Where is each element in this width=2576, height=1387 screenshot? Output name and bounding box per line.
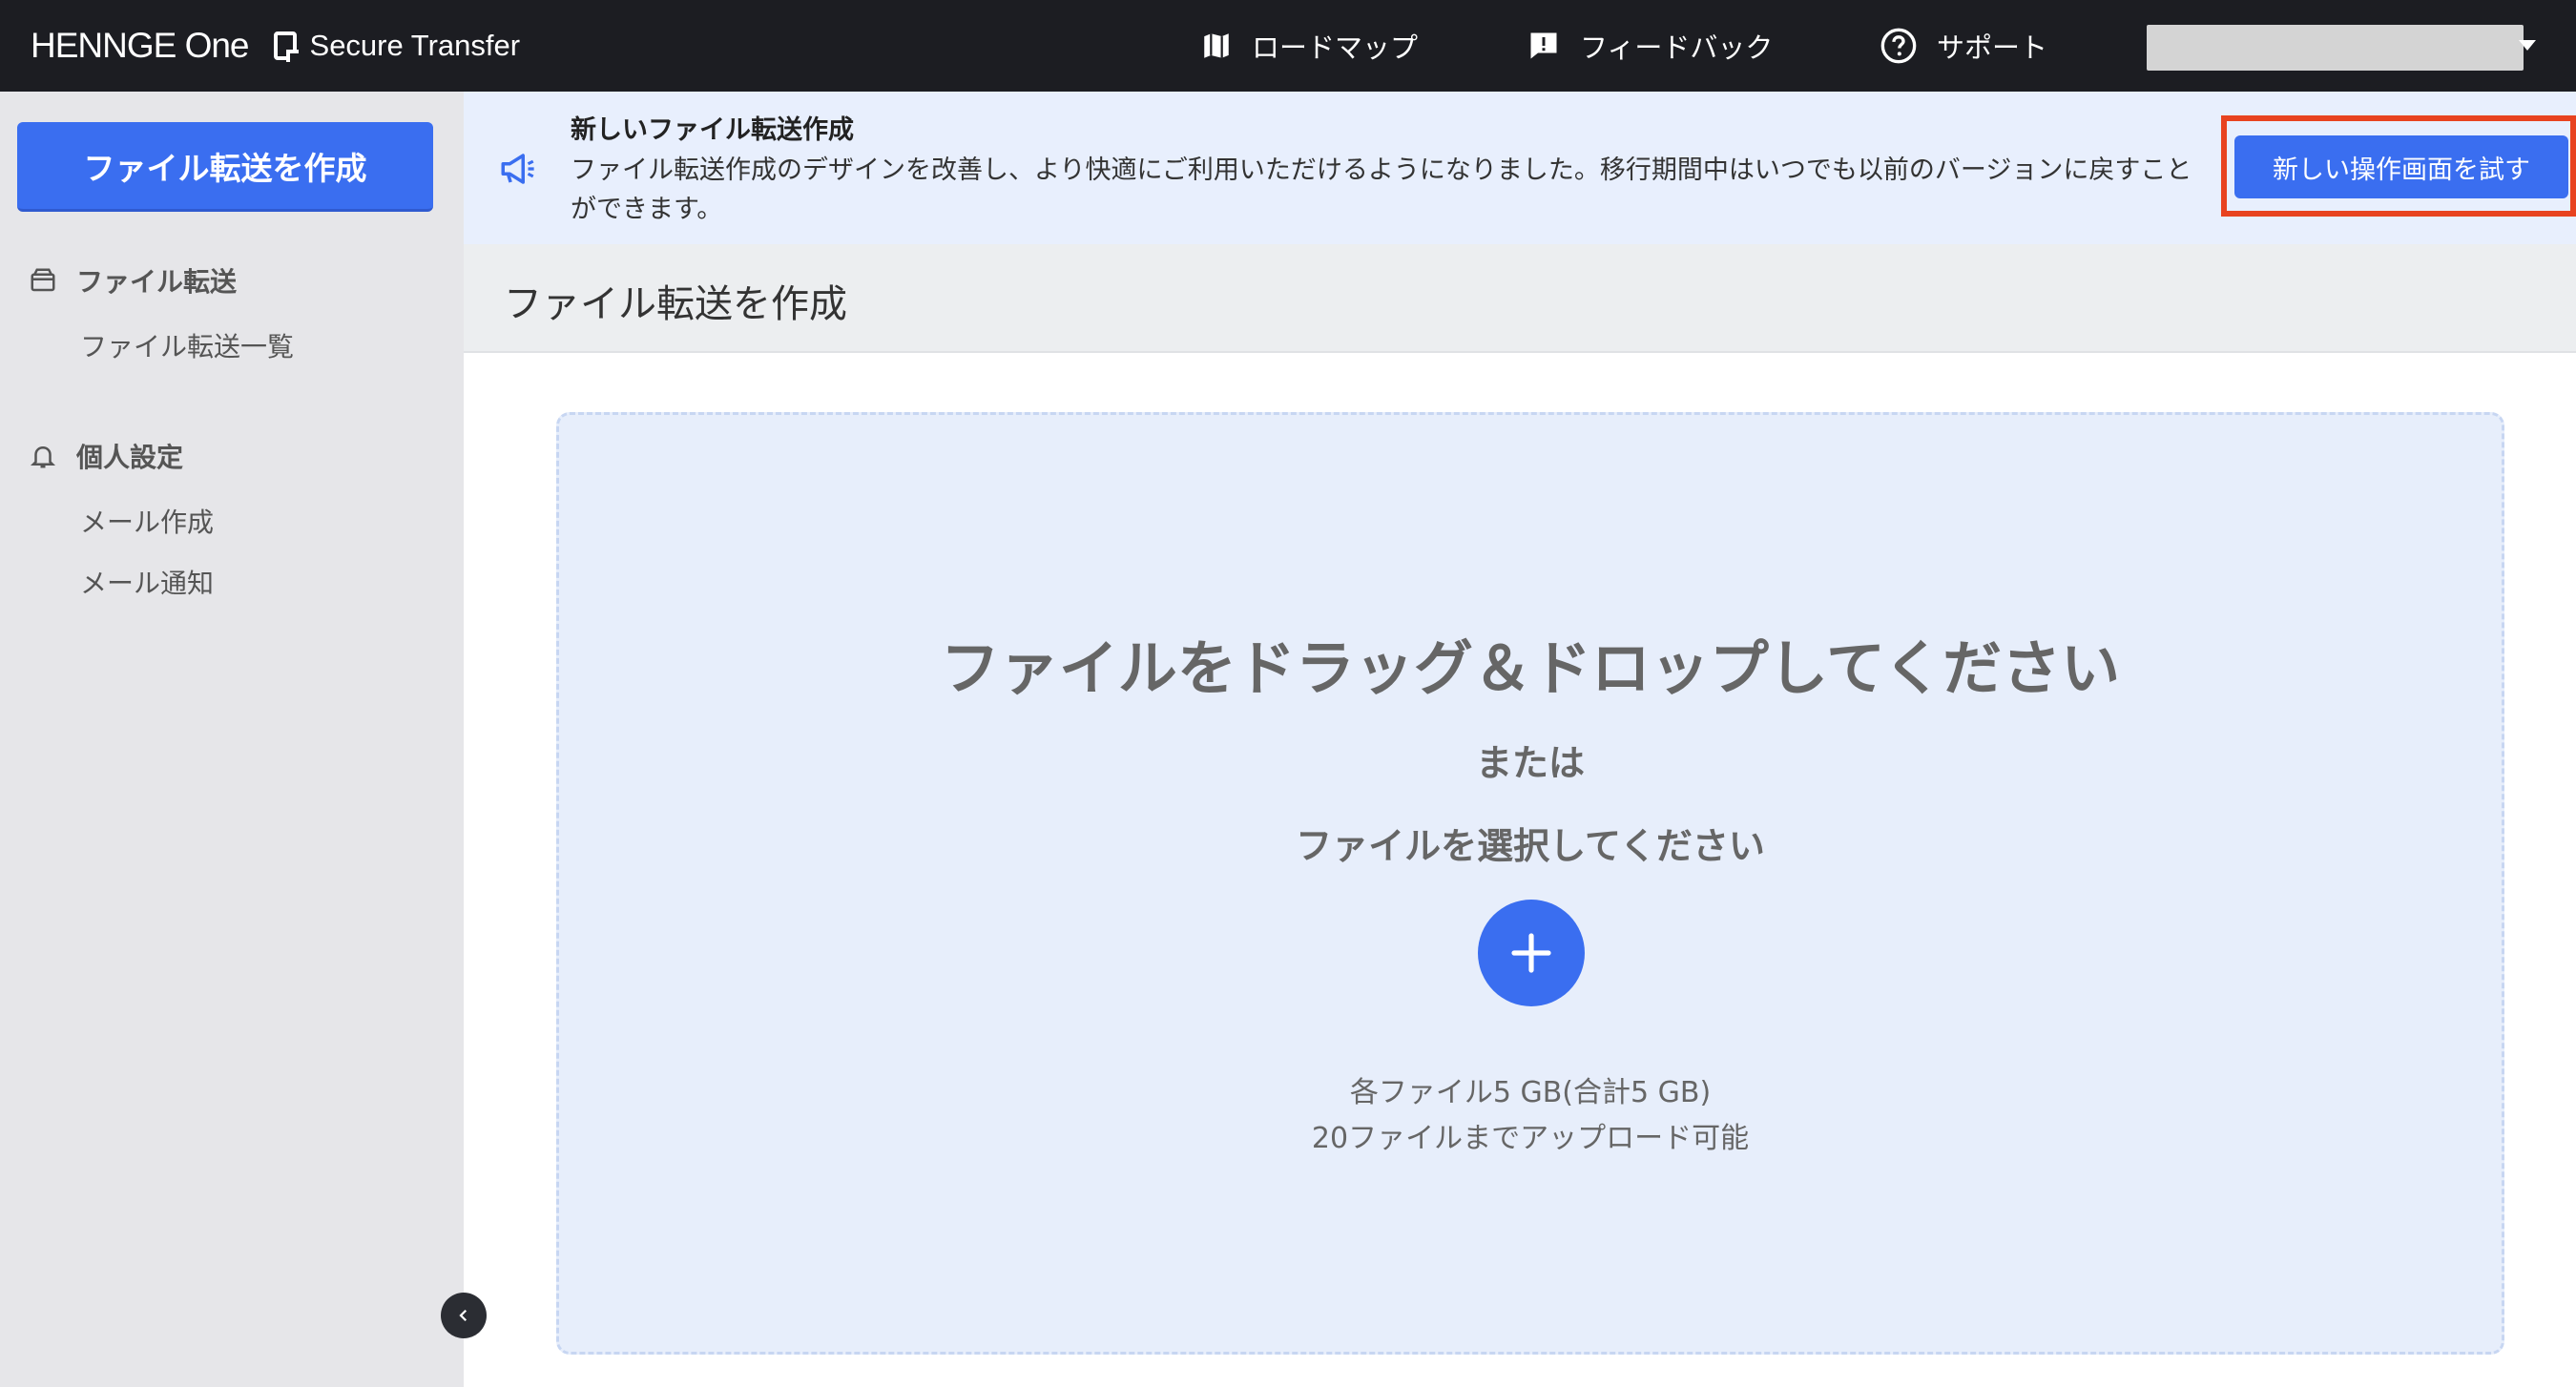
collapse-sidebar-button[interactable]: [441, 1293, 487, 1338]
chevron-down-icon[interactable]: [2519, 40, 2536, 51]
nav-support-label: サポート: [1937, 31, 2048, 64]
map-icon: [1204, 33, 1229, 58]
sidebar-item-mail-notification[interactable]: メール通知: [80, 563, 214, 601]
nav-feedback-label: フィードバック: [1580, 31, 1774, 64]
feedback-icon: [1530, 32, 1557, 59]
top-header: HENNGE One Secure Transfer ロードマップ フィードバッ…: [0, 0, 2576, 92]
banner-text: ファイル転送作成のデザインを改善し、より快適にご利用いただけるようになりました。…: [571, 155, 2192, 224]
sidebar: ファイル転送を作成 ファイル転送 ファイル転送一覧 個人設定 メール作成 メール…: [0, 92, 464, 1387]
sidebar-section-personal-settings: 個人設定: [29, 437, 183, 475]
brand-logo: HENNGE One: [31, 26, 250, 65]
box-icon: [31, 268, 55, 292]
page-title: ファイル転送を作成: [504, 282, 847, 326]
file-size-limit: 各ファイル5 GB(合計5 GB): [1349, 1076, 1712, 1109]
megaphone-icon: [501, 154, 534, 184]
page-title-bar: ファイル転送を作成: [464, 244, 2576, 353]
sidebar-section-file-transfer: ファイル転送: [29, 261, 237, 300]
product-name: Secure Transfer: [309, 29, 521, 62]
file-drop-zone[interactable]: ファイルをドラッグ＆ドロップしてください または ファイルを選択してください 各…: [556, 412, 2504, 1355]
help-icon: [1880, 28, 1917, 64]
bell-icon: [30, 445, 56, 468]
sidebar-section-label: ファイル転送: [76, 266, 238, 298]
sidebar-section-label: 個人設定: [76, 442, 184, 473]
drop-instruction: ファイルをドラッグ＆ドロップしてください: [940, 633, 2121, 703]
create-transfer-button[interactable]: ファイル転送を作成: [17, 122, 433, 212]
brand[interactable]: HENNGE One Secure Transfer: [31, 0, 520, 92]
select-instruction: ファイルを選択してください: [1296, 825, 1765, 867]
plus-icon: [1511, 933, 1551, 973]
nav-roadmap[interactable]: ロードマップ: [1200, 0, 1418, 92]
nav-support[interactable]: サポート: [1880, 0, 2047, 92]
add-file-button[interactable]: [1478, 900, 1585, 1006]
banner-title: 新しいファイル転送作成: [571, 115, 854, 145]
file-count-limit: 20ファイルまでアップロード可能: [1311, 1122, 1750, 1155]
nav-feedback[interactable]: フィードバック: [1527, 0, 1773, 92]
sidebar-item-mail-compose[interactable]: メール作成: [80, 502, 214, 540]
product-icon: [273, 31, 297, 60]
try-new-ui-button[interactable]: 新しい操作画面を試す: [2234, 135, 2568, 198]
sidebar-item-transfer-list[interactable]: ファイル転送一覧: [80, 326, 294, 364]
drop-or-text: または: [1475, 742, 1585, 784]
user-menu-select[interactable]: [2147, 25, 2524, 71]
nav-roadmap-label: ロードマップ: [1252, 31, 1419, 64]
chevron-left-icon: [459, 1309, 467, 1322]
